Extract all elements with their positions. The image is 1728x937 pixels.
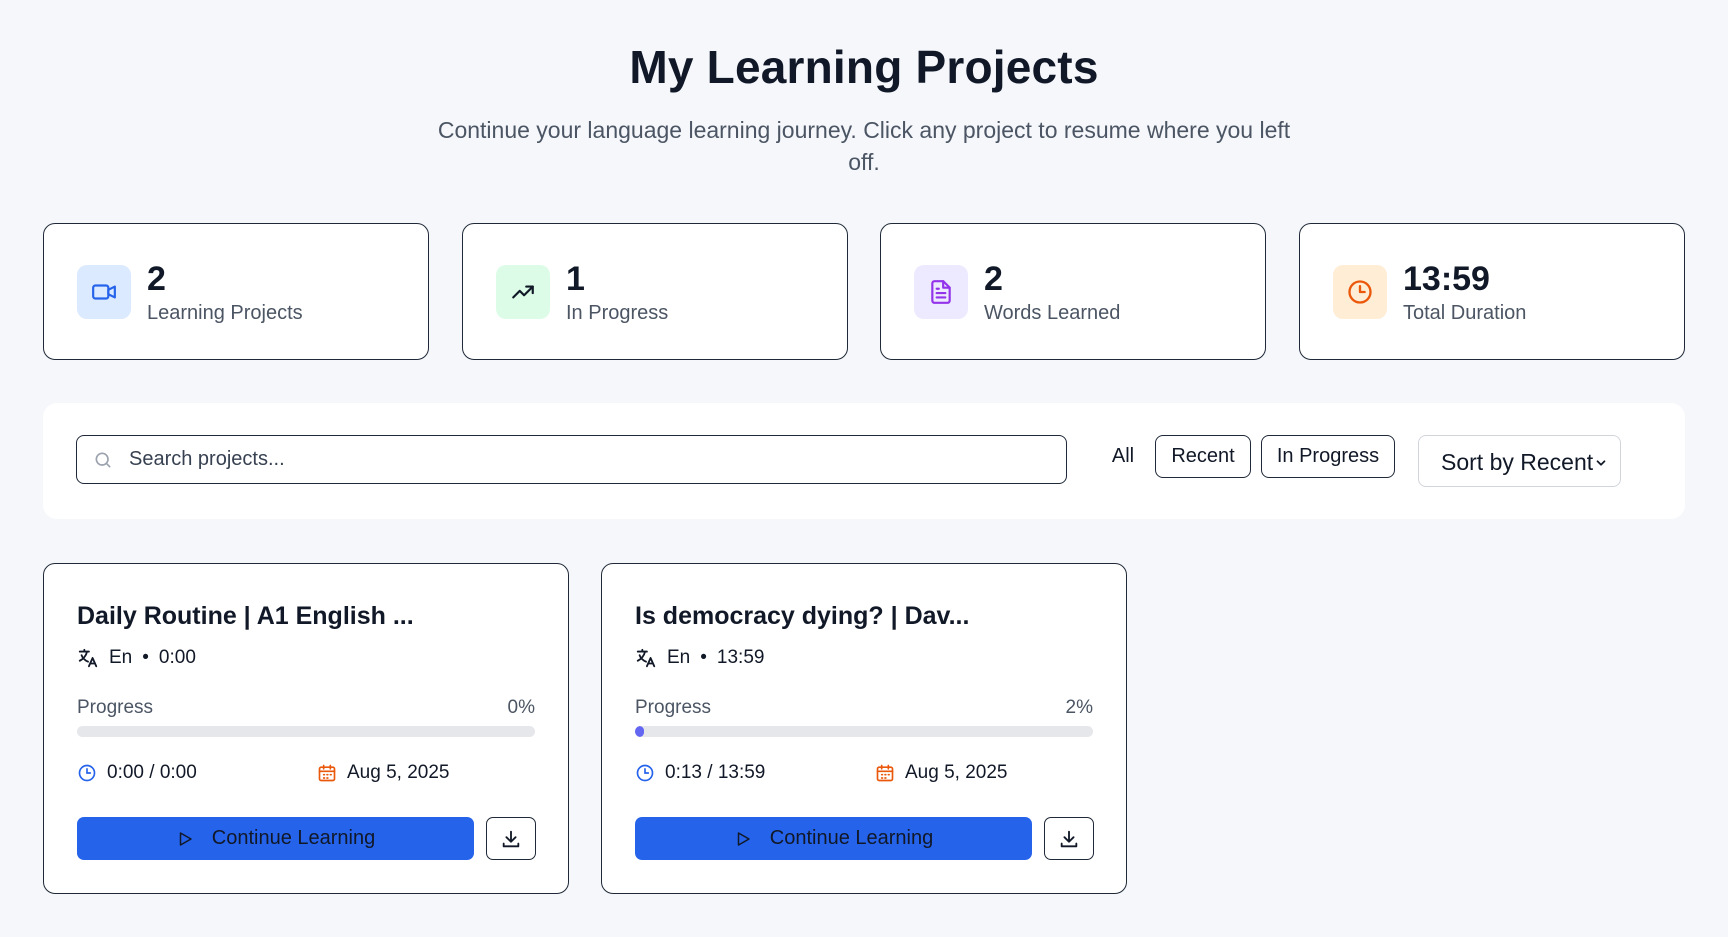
document-icon <box>914 265 968 319</box>
stat-value: 2 <box>147 260 166 298</box>
play-icon <box>179 831 192 846</box>
trending-up-icon <box>496 265 550 319</box>
download-button[interactable] <box>1044 817 1094 860</box>
filter-all[interactable]: All <box>1098 435 1148 478</box>
calendar-icon <box>876 764 894 782</box>
download-icon <box>1060 830 1078 847</box>
calendar-icon <box>318 764 336 782</box>
page-subtitle: Continue your language learning journey.… <box>437 117 1291 175</box>
filter-toolbar: All Recent In Progress Sort by Recent <box>43 403 1685 519</box>
stat-card-in-progress: 1 In Progress <box>462 223 848 360</box>
project-language: En <box>109 647 133 668</box>
progress-label: Progress <box>77 697 154 718</box>
progress-bar <box>77 726 535 737</box>
project-date: Aug 5, 2025 <box>875 762 1007 784</box>
clock-icon <box>78 764 96 782</box>
stat-card-projects: 2 Learning Projects <box>43 223 429 360</box>
project-date-value: Aug 5, 2025 <box>347 762 450 783</box>
sort-select-value: Sort by Recent <box>1441 449 1594 475</box>
continue-learning-label: Continue Learning <box>211 827 376 849</box>
project-date-value: Aug 5, 2025 <box>905 762 1008 783</box>
progress-label: Progress <box>635 697 712 718</box>
stat-value: 1 <box>566 260 585 298</box>
progress-bar <box>635 726 1093 737</box>
stats-row: 2 Learning Projects 1 In Progress 2 Word… <box>43 223 1685 360</box>
search-box[interactable] <box>76 435 1067 484</box>
filter-recent[interactable]: Recent <box>1155 435 1251 478</box>
filter-in-progress[interactable]: In Progress <box>1261 435 1395 478</box>
download-button[interactable] <box>486 817 536 860</box>
download-icon <box>502 830 520 847</box>
clock-icon <box>636 764 654 782</box>
progress-fill <box>635 726 645 737</box>
page-title: My Learning Projects <box>629 41 1099 93</box>
stat-value: 13:59 <box>1403 260 1490 298</box>
translate-icon <box>636 648 656 668</box>
playback-time-value: 0:00 / 0:00 <box>107 762 197 783</box>
stat-label: Total Duration <box>1403 302 1527 324</box>
stat-card-duration: 13:59 Total Duration <box>1299 223 1685 360</box>
continue-learning-button[interactable]: Continue Learning <box>635 817 1032 860</box>
search-input[interactable] <box>129 436 1049 482</box>
progress-percent: 2% <box>1065 697 1093 718</box>
translate-icon <box>78 648 98 668</box>
project-title: Daily Routine | A1 English ... <box>77 602 414 630</box>
project-duration: 0:00 <box>158 647 196 668</box>
stat-label: Learning Projects <box>147 302 303 324</box>
project-card[interactable]: Daily Routine | A1 English ... En • 0:00… <box>43 563 569 894</box>
project-meta: En • 0:00 <box>77 647 196 669</box>
playback-time: 0:00 / 0:00 <box>77 762 197 784</box>
continue-learning-button[interactable]: Continue Learning <box>77 817 474 860</box>
chevron-down-icon <box>1596 460 1606 466</box>
playback-time: 0:13 / 13:59 <box>635 762 765 784</box>
project-card[interactable]: Is democracy dying? | Dav... En • 13:59 … <box>601 563 1127 894</box>
video-icon <box>77 265 131 319</box>
separator-dot: • <box>142 647 149 668</box>
hero: My Learning Projects Continue your langu… <box>0 40 1728 178</box>
search-icon <box>95 452 111 468</box>
playback-time-value: 0:13 / 13:59 <box>665 762 766 783</box>
stat-label: In Progress <box>566 302 669 324</box>
project-title: Is democracy dying? | Dav... <box>635 602 970 630</box>
stat-card-words: 2 Words Learned <box>880 223 1266 360</box>
continue-learning-label: Continue Learning <box>769 827 934 849</box>
separator-dot: • <box>700 647 707 668</box>
stat-value: 2 <box>984 260 1003 298</box>
project-meta: En • 13:59 <box>635 647 764 669</box>
page: My Learning Projects Continue your langu… <box>0 0 1728 937</box>
stat-label: Words Learned <box>984 302 1121 324</box>
project-duration: 13:59 <box>716 647 765 668</box>
project-language: En <box>667 647 691 668</box>
progress-percent: 0% <box>507 697 535 718</box>
play-icon <box>737 831 750 846</box>
sort-select[interactable]: Sort by Recent <box>1418 435 1621 487</box>
project-date: Aug 5, 2025 <box>317 762 449 784</box>
clock-icon <box>1333 265 1387 319</box>
